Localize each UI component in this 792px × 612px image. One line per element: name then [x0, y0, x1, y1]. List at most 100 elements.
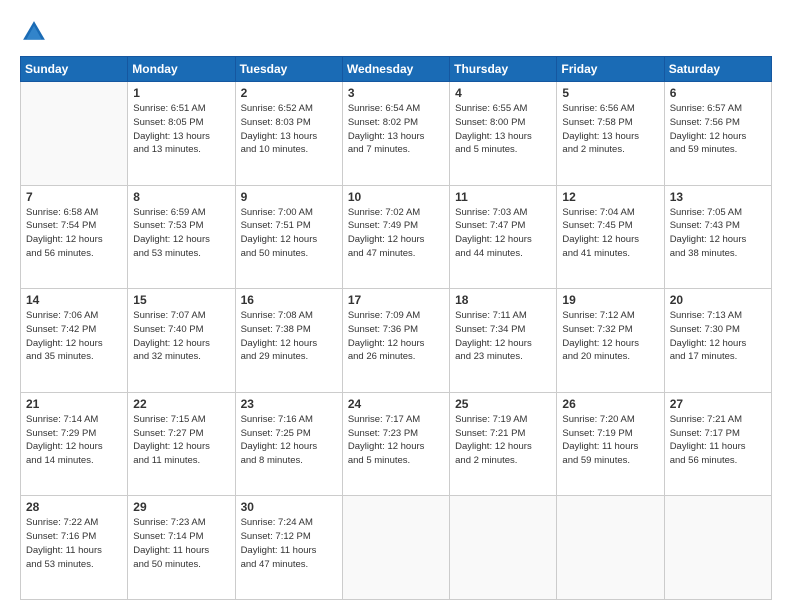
weekday-header-monday: Monday — [128, 57, 235, 82]
day-number: 23 — [241, 397, 337, 411]
day-info: Sunrise: 6:56 AM Sunset: 7:58 PM Dayligh… — [562, 102, 658, 157]
day-number: 26 — [562, 397, 658, 411]
calendar-table: SundayMondayTuesdayWednesdayThursdayFrid… — [20, 56, 772, 600]
day-number: 30 — [241, 500, 337, 514]
day-info: Sunrise: 7:19 AM Sunset: 7:21 PM Dayligh… — [455, 413, 551, 468]
day-number: 4 — [455, 86, 551, 100]
day-number: 18 — [455, 293, 551, 307]
calendar-cell: 6 Sunrise: 6:57 AM Sunset: 7:56 PM Daylig… — [664, 82, 771, 186]
calendar-cell: 29Sunrise: 7:23 AM Sunset: 7:14 PM Dayli… — [128, 496, 235, 600]
header — [20, 18, 772, 46]
day-number: 10 — [348, 190, 444, 204]
calendar-cell: 4 Sunrise: 6:55 AM Sunset: 8:00 PM Daylig… — [450, 82, 557, 186]
week-row-0: 1 Sunrise: 6:51 AM Sunset: 8:05 PM Daylig… — [21, 82, 772, 186]
day-info: Sunrise: 7:02 AM Sunset: 7:49 PM Dayligh… — [348, 206, 444, 261]
calendar-cell: 8 Sunrise: 6:59 AM Sunset: 7:53 PM Daylig… — [128, 185, 235, 289]
day-number: 1 — [133, 86, 229, 100]
weekday-header-saturday: Saturday — [664, 57, 771, 82]
day-info: Sunrise: 7:13 AM Sunset: 7:30 PM Dayligh… — [670, 309, 766, 364]
weekday-header-sunday: Sunday — [21, 57, 128, 82]
weekday-header-row: SundayMondayTuesdayWednesdayThursdayFrid… — [21, 57, 772, 82]
day-info: Sunrise: 7:20 AM Sunset: 7:19 PM Dayligh… — [562, 413, 658, 468]
calendar-cell: 16 Sunrise: 7:08 AM Sunset: 7:38 PM Dayli… — [235, 289, 342, 393]
calendar-cell — [342, 496, 449, 600]
day-number: 21 — [26, 397, 122, 411]
day-info: Sunrise: 7:15 AM Sunset: 7:27 PM Dayligh… — [133, 413, 229, 468]
day-number: 8 — [133, 190, 229, 204]
day-number: 24 — [348, 397, 444, 411]
day-info: Sunrise: 6:51 AM Sunset: 8:05 PM Dayligh… — [133, 102, 229, 157]
weekday-header-tuesday: Tuesday — [235, 57, 342, 82]
day-number: 20 — [670, 293, 766, 307]
calendar-cell: 28Sunrise: 7:22 AM Sunset: 7:16 PM Dayli… — [21, 496, 128, 600]
day-info: Sunrise: 7:04 AM Sunset: 7:45 PM Dayligh… — [562, 206, 658, 261]
day-info: Sunrise: 7:22 AM Sunset: 7:16 PM Dayligh… — [26, 516, 122, 571]
calendar-cell: 17 Sunrise: 7:09 AM Sunset: 7:36 PM Dayli… — [342, 289, 449, 393]
day-number: 9 — [241, 190, 337, 204]
day-info: Sunrise: 6:59 AM Sunset: 7:53 PM Dayligh… — [133, 206, 229, 261]
day-info: Sunrise: 7:09 AM Sunset: 7:36 PM Dayligh… — [348, 309, 444, 364]
day-info: Sunrise: 6:57 AM Sunset: 7:56 PM Dayligh… — [670, 102, 766, 157]
calendar-cell: 15 Sunrise: 7:07 AM Sunset: 7:40 PM Dayli… — [128, 289, 235, 393]
day-info: Sunrise: 7:21 AM Sunset: 7:17 PM Dayligh… — [670, 413, 766, 468]
day-info: Sunrise: 7:17 AM Sunset: 7:23 PM Dayligh… — [348, 413, 444, 468]
calendar-cell: 5 Sunrise: 6:56 AM Sunset: 7:58 PM Daylig… — [557, 82, 664, 186]
logo — [20, 18, 52, 46]
week-row-4: 28Sunrise: 7:22 AM Sunset: 7:16 PM Dayli… — [21, 496, 772, 600]
calendar-cell: 10 Sunrise: 7:02 AM Sunset: 7:49 PM Dayli… — [342, 185, 449, 289]
calendar-cell: 24 Sunrise: 7:17 AM Sunset: 7:23 PM Dayli… — [342, 392, 449, 496]
calendar-cell: 21 Sunrise: 7:14 AM Sunset: 7:29 PM Dayli… — [21, 392, 128, 496]
day-number: 14 — [26, 293, 122, 307]
week-row-2: 14Sunrise: 7:06 AM Sunset: 7:42 PM Dayli… — [21, 289, 772, 393]
day-number: 7 — [26, 190, 122, 204]
calendar-cell: 3 Sunrise: 6:54 AM Sunset: 8:02 PM Daylig… — [342, 82, 449, 186]
day-info: Sunrise: 7:11 AM Sunset: 7:34 PM Dayligh… — [455, 309, 551, 364]
day-info: Sunrise: 6:54 AM Sunset: 8:02 PM Dayligh… — [348, 102, 444, 157]
day-number: 5 — [562, 86, 658, 100]
calendar-cell — [21, 82, 128, 186]
calendar-cell: 18 Sunrise: 7:11 AM Sunset: 7:34 PM Dayli… — [450, 289, 557, 393]
calendar-cell: 22 Sunrise: 7:15 AM Sunset: 7:27 PM Dayli… — [128, 392, 235, 496]
day-number: 16 — [241, 293, 337, 307]
day-info: Sunrise: 6:58 AM Sunset: 7:54 PM Dayligh… — [26, 206, 122, 261]
day-number: 3 — [348, 86, 444, 100]
day-info: Sunrise: 7:07 AM Sunset: 7:40 PM Dayligh… — [133, 309, 229, 364]
day-number: 6 — [670, 86, 766, 100]
day-info: Sunrise: 7:24 AM Sunset: 7:12 PM Dayligh… — [241, 516, 337, 571]
week-row-1: 7 Sunrise: 6:58 AM Sunset: 7:54 PM Daylig… — [21, 185, 772, 289]
calendar-cell — [450, 496, 557, 600]
calendar-cell — [664, 496, 771, 600]
day-info: Sunrise: 6:52 AM Sunset: 8:03 PM Dayligh… — [241, 102, 337, 157]
day-number: 2 — [241, 86, 337, 100]
week-row-3: 21 Sunrise: 7:14 AM Sunset: 7:29 PM Dayli… — [21, 392, 772, 496]
calendar-cell: 7 Sunrise: 6:58 AM Sunset: 7:54 PM Daylig… — [21, 185, 128, 289]
day-info: Sunrise: 7:16 AM Sunset: 7:25 PM Dayligh… — [241, 413, 337, 468]
calendar-cell: 30 Sunrise: 7:24 AM Sunset: 7:12 PM Dayli… — [235, 496, 342, 600]
day-number: 17 — [348, 293, 444, 307]
calendar-cell — [557, 496, 664, 600]
calendar-cell: 13Sunrise: 7:05 AM Sunset: 7:43 PM Dayli… — [664, 185, 771, 289]
day-info: Sunrise: 7:08 AM Sunset: 7:38 PM Dayligh… — [241, 309, 337, 364]
day-number: 22 — [133, 397, 229, 411]
calendar-cell: 23 Sunrise: 7:16 AM Sunset: 7:25 PM Dayli… — [235, 392, 342, 496]
calendar-cell: 26 Sunrise: 7:20 AM Sunset: 7:19 PM Dayli… — [557, 392, 664, 496]
calendar-cell: 12 Sunrise: 7:04 AM Sunset: 7:45 PM Dayli… — [557, 185, 664, 289]
day-number: 11 — [455, 190, 551, 204]
day-info: Sunrise: 7:14 AM Sunset: 7:29 PM Dayligh… — [26, 413, 122, 468]
day-number: 15 — [133, 293, 229, 307]
day-number: 13 — [670, 190, 766, 204]
calendar-cell: 27Sunrise: 7:21 AM Sunset: 7:17 PM Dayli… — [664, 392, 771, 496]
calendar-cell: 25 Sunrise: 7:19 AM Sunset: 7:21 PM Dayli… — [450, 392, 557, 496]
calendar-cell: 20 Sunrise: 7:13 AM Sunset: 7:30 PM Dayli… — [664, 289, 771, 393]
calendar-cell: 14Sunrise: 7:06 AM Sunset: 7:42 PM Dayli… — [21, 289, 128, 393]
day-number: 12 — [562, 190, 658, 204]
day-info: Sunrise: 7:23 AM Sunset: 7:14 PM Dayligh… — [133, 516, 229, 571]
day-info: Sunrise: 7:03 AM Sunset: 7:47 PM Dayligh… — [455, 206, 551, 261]
day-info: Sunrise: 6:55 AM Sunset: 8:00 PM Dayligh… — [455, 102, 551, 157]
weekday-header-thursday: Thursday — [450, 57, 557, 82]
calendar-cell: 1 Sunrise: 6:51 AM Sunset: 8:05 PM Daylig… — [128, 82, 235, 186]
day-number: 25 — [455, 397, 551, 411]
calendar-cell: 11 Sunrise: 7:03 AM Sunset: 7:47 PM Dayli… — [450, 185, 557, 289]
page: SundayMondayTuesdayWednesdayThursdayFrid… — [0, 0, 792, 612]
day-info: Sunrise: 7:12 AM Sunset: 7:32 PM Dayligh… — [562, 309, 658, 364]
